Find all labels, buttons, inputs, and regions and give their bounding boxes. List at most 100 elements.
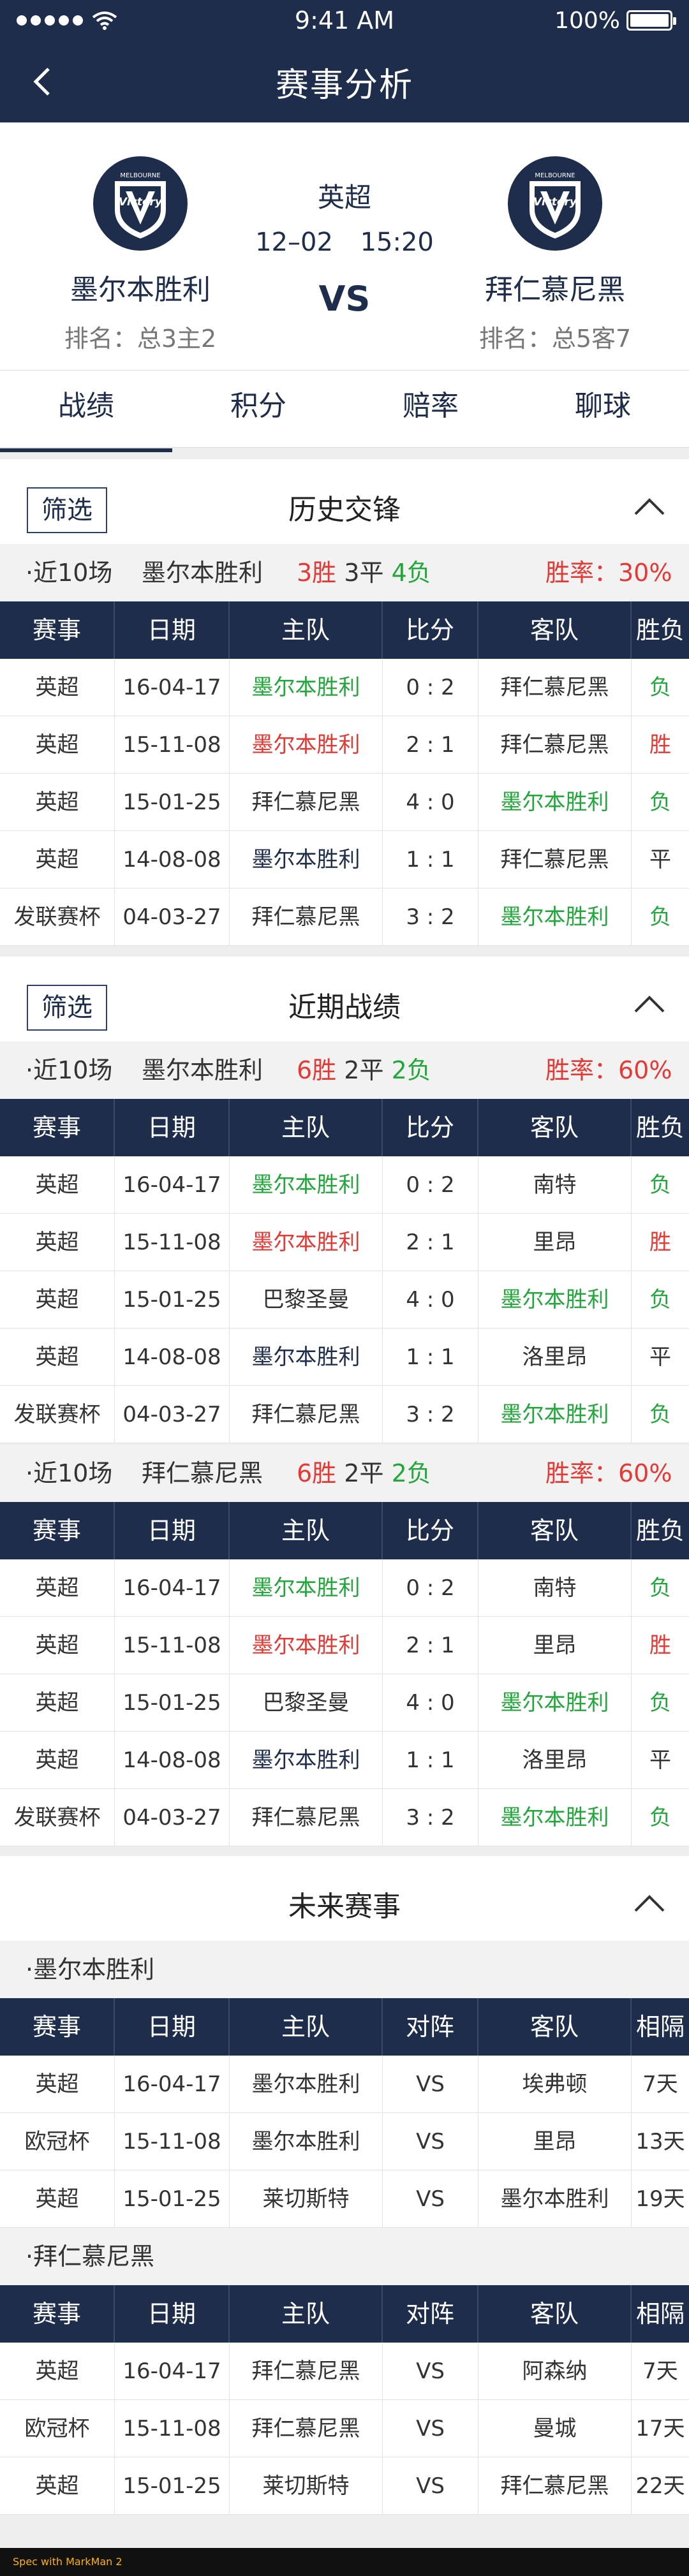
- table-row[interactable]: 英超 14-08-08 墨尔本胜利 1 : 1 洛里昂平: [0, 1732, 689, 1789]
- column-header[interactable]: 日期: [115, 601, 230, 659]
- tab-standings[interactable]: 积分: [172, 371, 344, 447]
- table-row[interactable]: 英超 15-01-25 巴黎圣曼 4 : 0 墨尔本胜利负: [0, 1674, 689, 1732]
- cell-gap: 22天: [635, 2473, 685, 2499]
- table-row[interactable]: 英超 16-04-17 墨尔本胜利 0 : 2 拜仁慕尼黑负: [0, 659, 689, 716]
- cell-home: 拜仁慕尼黑: [230, 1789, 383, 1846]
- table-row[interactable]: 英超 14-08-08 墨尔本胜利 1 : 1 洛里昂平: [0, 1328, 689, 1386]
- column-header[interactable]: 主队: [230, 601, 383, 659]
- cell-comp: 英超: [0, 1328, 115, 1385]
- table-row[interactable]: 欧冠杯 15-11-08 墨尔本胜利 VS 里昂 13天: [0, 2113, 689, 2170]
- summary-draws: 2平: [344, 1056, 384, 1084]
- column-header[interactable]: 主队: [230, 2285, 383, 2343]
- battery-icon: [626, 10, 676, 31]
- column-header[interactable]: 日期: [115, 1998, 230, 2056]
- table-row[interactable]: 英超 15-11-08 墨尔本胜利 2 : 1 里昂胜: [0, 1617, 689, 1674]
- table-row[interactable]: 英超 15-11-08 墨尔本胜利 2 : 1 里昂胜: [0, 1214, 689, 1271]
- column-header[interactable]: 日期: [115, 2285, 230, 2343]
- cell-away: 南特: [478, 1156, 632, 1213]
- history-filter-button[interactable]: 筛选: [27, 487, 107, 533]
- recent-filter-button[interactable]: 筛选: [27, 985, 107, 1031]
- column-header[interactable]: 胜负: [632, 1502, 689, 1559]
- cell-score: 1 : 1: [383, 1328, 478, 1385]
- column-header[interactable]: 主队: [230, 1099, 383, 1156]
- chevron-up-icon[interactable]: [629, 985, 670, 1023]
- cell-result: 负: [649, 1402, 671, 1427]
- cell-comp: 英超: [0, 1617, 115, 1674]
- cell-comp: 英超: [0, 1732, 115, 1788]
- column-header[interactable]: 比分: [383, 601, 478, 659]
- column-header[interactable]: 胜负: [632, 601, 689, 659]
- away-team[interactable]: MELBOURNE Victory 拜仁慕尼黑 排名：总5客7: [440, 156, 670, 354]
- table-row[interactable]: 英超 16-04-17 墨尔本胜利 0 : 2 南特负: [0, 1559, 689, 1617]
- table-row[interactable]: 英超 15-01-25 莱切斯特 VS 拜仁慕尼黑 22天: [0, 2457, 689, 2515]
- table-row[interactable]: 发联赛杯 04-03-27 拜仁慕尼黑 3 : 2 墨尔本胜利负: [0, 888, 689, 946]
- cell-date: 16-04-17: [115, 1559, 230, 1616]
- column-header[interactable]: 客队: [478, 2285, 632, 2343]
- column-header[interactable]: 对阵: [383, 1998, 478, 2056]
- column-header[interactable]: 相隔: [632, 2285, 689, 2343]
- table-row[interactable]: 英超 15-11-08 墨尔本胜利 2 : 1 拜仁慕尼黑胜: [0, 716, 689, 774]
- cell-comp: 英超: [0, 1271, 115, 1328]
- column-header[interactable]: 客队: [478, 1099, 632, 1156]
- column-header[interactable]: 比分: [383, 1502, 478, 1559]
- summary-wins: 6胜: [297, 1056, 337, 1084]
- column-header[interactable]: 赛事: [0, 1099, 115, 1156]
- column-header[interactable]: 赛事: [0, 1998, 115, 2056]
- future-section-title: 未来赛事: [288, 1890, 401, 1923]
- tab-record[interactable]: 战绩: [0, 371, 172, 452]
- chevron-up-icon[interactable]: [629, 487, 670, 526]
- cell-vs: VS: [383, 2170, 478, 2227]
- tab-odds[interactable]: 赔率: [344, 371, 517, 447]
- cell-gap: 17天: [635, 2416, 685, 2441]
- back-arrow-icon[interactable]: [26, 64, 61, 99]
- column-header[interactable]: 主队: [230, 1998, 383, 2056]
- table-header: 赛事 日期 主队 比分 客队 胜负: [0, 1502, 689, 1559]
- column-header[interactable]: 比分: [383, 1099, 478, 1156]
- column-header[interactable]: 赛事: [0, 1502, 115, 1559]
- column-header[interactable]: 客队: [478, 1998, 632, 2056]
- tab-chat[interactable]: 聊球: [517, 371, 689, 447]
- cell-away: 南特: [478, 1559, 632, 1616]
- tab-bar: 战绩 积分 赔率 聊球: [0, 370, 689, 452]
- table-row[interactable]: 英超 15-01-25 巴黎圣曼 4 : 0 墨尔本胜利负: [0, 1271, 689, 1328]
- table-row[interactable]: 发联赛杯 04-03-27 拜仁慕尼黑 3 : 2 墨尔本胜利负: [0, 1386, 689, 1443]
- table-row[interactable]: 英超 15-01-25 拜仁慕尼黑 4 : 0 墨尔本胜利负: [0, 774, 689, 831]
- cell-away: 拜仁慕尼黑: [478, 2457, 632, 2514]
- cell-away: 墨尔本胜利: [478, 888, 632, 945]
- column-header[interactable]: 日期: [115, 1099, 230, 1156]
- column-header[interactable]: 相隔: [632, 1998, 689, 2056]
- table-row[interactable]: 欧冠杯 15-11-08 拜仁慕尼黑 VS 曼城 17天: [0, 2400, 689, 2457]
- table-row[interactable]: 英超 15-01-25 莱切斯特 VS 墨尔本胜利 19天: [0, 2170, 689, 2228]
- table-header: 赛事 日期 主队 对阵 客队 相隔: [0, 2285, 689, 2343]
- column-header[interactable]: 日期: [115, 1502, 230, 1559]
- cell-home: 拜仁慕尼黑: [230, 2343, 383, 2399]
- column-header[interactable]: 赛事: [0, 601, 115, 659]
- column-header[interactable]: 客队: [478, 1502, 632, 1559]
- table-row[interactable]: 英超 16-04-17 拜仁慕尼黑 VS 阿森纳 7天: [0, 2343, 689, 2400]
- table-row[interactable]: 英超 14-08-08 墨尔本胜利 1 : 1 拜仁慕尼黑平: [0, 831, 689, 888]
- cell-date: 14-08-08: [115, 831, 230, 888]
- chevron-up-icon[interactable]: [629, 1884, 670, 1922]
- footer-credit: Spec with MarkMan 2: [0, 2548, 689, 2576]
- cell-result: 平: [649, 1344, 671, 1370]
- home-team[interactable]: MELBOURNE Victory 墨尔本胜利 排名：总3主2: [26, 156, 255, 354]
- column-header[interactable]: 胜负: [632, 1099, 689, 1156]
- column-header[interactable]: 客队: [478, 601, 632, 659]
- column-header[interactable]: 主队: [230, 1502, 383, 1559]
- match-header: MELBOURNE Victory 墨尔本胜利 排名：总3主2 英超 12–02…: [0, 122, 689, 370]
- table-row[interactable]: 英超 16-04-17 墨尔本胜利 0 : 2 南特负: [0, 1156, 689, 1214]
- cell-comp: 发联赛杯: [0, 1789, 115, 1846]
- cell-away: 墨尔本胜利: [478, 2170, 632, 2227]
- cell-result: 胜: [649, 732, 671, 758]
- table-row[interactable]: 发联赛杯 04-03-27 拜仁慕尼黑 3 : 2 墨尔本胜利负: [0, 1789, 689, 1846]
- column-header[interactable]: 赛事: [0, 2285, 115, 2343]
- summary-losses: 2负: [391, 1056, 431, 1084]
- column-header[interactable]: 对阵: [383, 2285, 478, 2343]
- cell-result: 负: [649, 1690, 671, 1716]
- table-row[interactable]: 英超 16-04-17 墨尔本胜利 VS 埃弗顿 7天: [0, 2056, 689, 2113]
- home-team-logo: MELBOURNE Victory: [93, 156, 188, 251]
- cell-date: 04-03-27: [115, 888, 230, 945]
- cell-date: 15-01-25: [115, 1674, 230, 1731]
- cell-date: 15-11-08: [115, 2400, 230, 2457]
- table-header: 赛事 日期 主队 对阵 客队 相隔: [0, 1998, 689, 2056]
